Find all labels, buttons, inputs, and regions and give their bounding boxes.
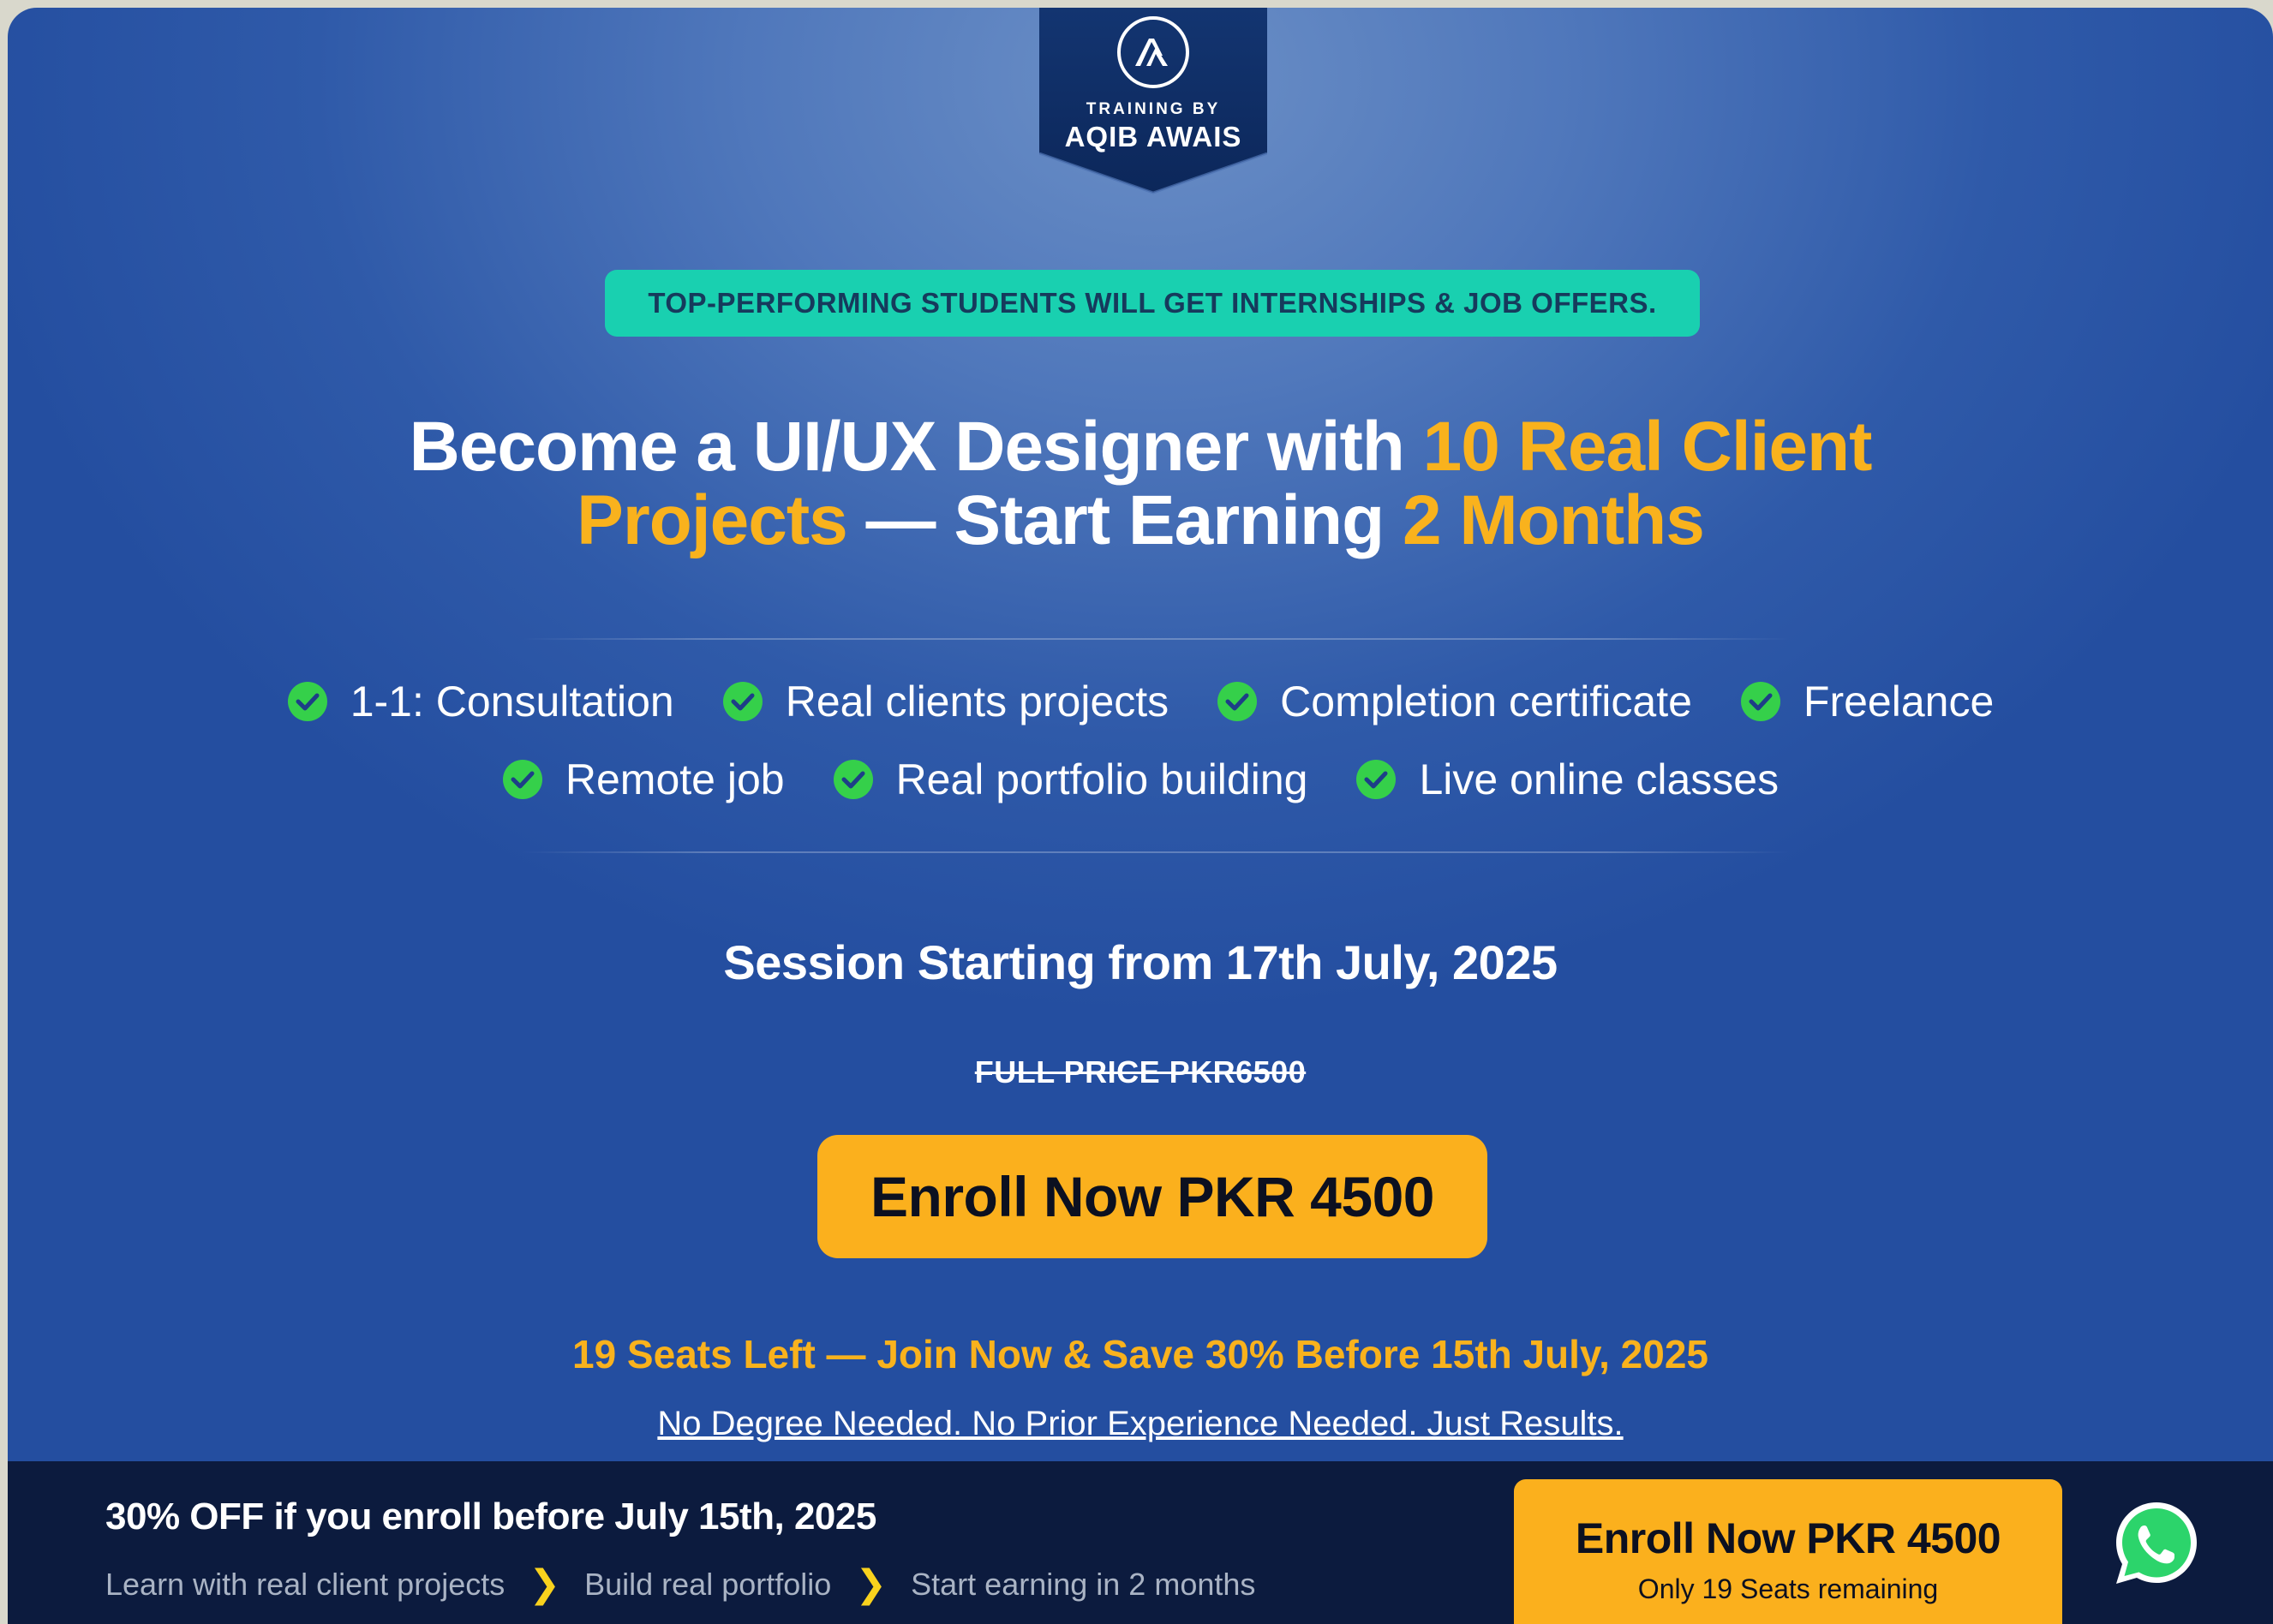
full-price-strikethrough: FULL PRICE PKR6500 bbox=[974, 1054, 1307, 1090]
headline-part1: Become a UI/UX Designer with bbox=[409, 408, 1423, 486]
bar-step: Start earning in 2 months bbox=[911, 1566, 1256, 1602]
no-degree-link[interactable]: No Degree Needed. No Prior Experience Ne… bbox=[657, 1405, 1623, 1442]
headline-highlight3: 2 Months bbox=[1402, 481, 1705, 559]
check-circle-icon bbox=[502, 760, 542, 799]
check-circle-icon bbox=[1217, 682, 1258, 721]
feature-label: Real portfolio building bbox=[895, 755, 1308, 803]
feature-item: Completion certificate bbox=[1217, 677, 1692, 726]
feature-label: Live online classes bbox=[1419, 755, 1780, 803]
session-start-text: Session Starting from 17th July, 2025 bbox=[723, 935, 1558, 989]
check-circle-icon bbox=[833, 760, 873, 799]
features-row-2: Remote job Real portfolio building Live … bbox=[8, 755, 2273, 804]
feature-item: Real portfolio building bbox=[833, 755, 1308, 804]
brand-badge[interactable]: TRAINING BY AQIB AWAIS bbox=[1039, 8, 1267, 196]
whatsapp-icon[interactable] bbox=[2110, 1497, 2203, 1590]
headline-highlight2: Projects bbox=[577, 481, 848, 559]
enroll-now-button[interactable]: Enroll Now PKR 4500 bbox=[817, 1135, 1487, 1258]
feature-item: 1-1: Consultation bbox=[287, 677, 674, 726]
bar-enroll-subtext: Only 19 Seats remaining bbox=[1637, 1573, 1939, 1604]
feature-item: Live online classes bbox=[1355, 755, 1779, 804]
feature-label: Real clients projects bbox=[785, 678, 1169, 725]
bar-step: Build real portfolio bbox=[584, 1566, 832, 1602]
features-row-1: 1-1: Consultation Real clients projects … bbox=[8, 677, 2273, 726]
check-circle-icon bbox=[722, 682, 763, 721]
landing-page: TRAINING BY AQIB AWAIS TOP-PERFORMING ST… bbox=[8, 8, 2273, 1624]
seats-left-notice: 19 Seats Left — Join Now & Save 30% Befo… bbox=[571, 1332, 1708, 1376]
feature-item: Real clients projects bbox=[722, 677, 1169, 726]
page-headline: Become a UI/UX Designer with 10 Real Cli… bbox=[265, 410, 2016, 558]
feature-label: Remote job bbox=[565, 755, 785, 803]
bar-discount-title: 30% OFF if you enroll before July 15th, … bbox=[105, 1496, 876, 1537]
divider-bottom bbox=[522, 851, 1790, 853]
no-degree-container: No Degree Needed. No Prior Experience Ne… bbox=[8, 1405, 2273, 1443]
divider-top bbox=[522, 638, 1790, 640]
headline-highlight1: 10 Real Client bbox=[1422, 408, 1873, 486]
check-circle-icon bbox=[1356, 760, 1397, 799]
feature-item: Remote job bbox=[502, 755, 785, 804]
check-circle-icon bbox=[1740, 682, 1780, 721]
chevron-right-icon: ❯ bbox=[529, 1563, 561, 1605]
badge-brand-name: AQIB AWAIS bbox=[1064, 121, 1242, 152]
bar-steps: Learn with real client projects ❯ Build … bbox=[105, 1562, 1255, 1606]
badge-small-text: TRAINING BY bbox=[1086, 100, 1221, 118]
bar-enroll-label: Enroll Now PKR 4500 bbox=[1575, 1514, 2001, 1562]
chevron-right-icon: ❯ bbox=[855, 1563, 888, 1605]
bar-enroll-button[interactable]: Enroll Now PKR 4500 Only 19 Seats remain… bbox=[1514, 1479, 2062, 1624]
announcement-pill: TOP-PERFORMING STUDENTS WILL GET INTERNS… bbox=[605, 270, 1700, 337]
feature-item: Freelance bbox=[1740, 677, 1994, 726]
feature-label: Freelance bbox=[1803, 678, 1995, 725]
sticky-bottom-bar: 30% OFF if you enroll before July 15th, … bbox=[8, 1461, 2273, 1624]
headline-part2: — Start Earning bbox=[846, 481, 1403, 559]
bar-step: Learn with real client projects bbox=[105, 1566, 505, 1602]
check-circle-icon bbox=[287, 682, 327, 721]
feature-label: Completion certificate bbox=[1280, 678, 1692, 725]
feature-label: 1-1: Consultation bbox=[350, 678, 674, 725]
